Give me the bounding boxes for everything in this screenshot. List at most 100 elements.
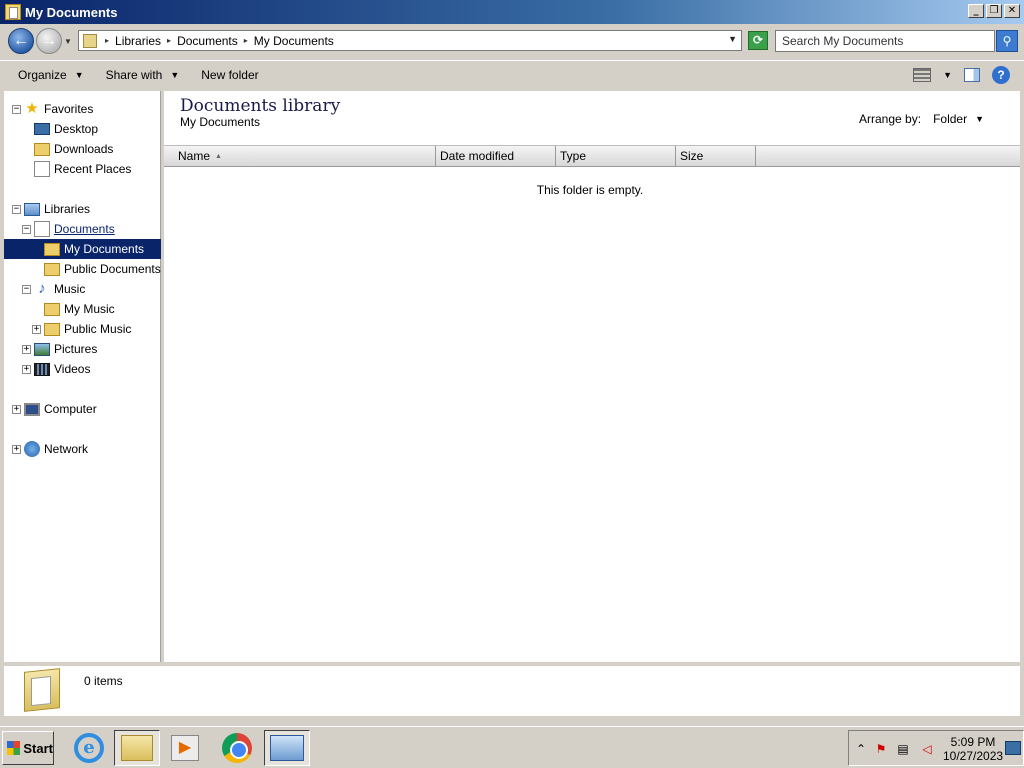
organize-button[interactable]: Organize ▼ <box>18 68 84 82</box>
remote-desktop-icon <box>270 735 304 761</box>
content-pane: Documents library My Documents Arrange b… <box>164 91 1020 662</box>
nav-pictures[interactable]: Pictures <box>34 339 97 359</box>
network-status-icon[interactable]: ▤ <box>895 741 911 757</box>
windows-logo-icon <box>7 741 21 755</box>
view-options-dropdown[interactable]: ▼ <box>943 70 952 80</box>
item-count: 0 items <box>84 674 123 688</box>
chevron-down-icon: ▼ <box>170 70 180 80</box>
taskbar: Start e ▶ ⌃ ⚑ ▤ ◁ 5:09 PM 10/27/2023 <box>0 726 1024 768</box>
search-input[interactable]: Search My Documents <box>775 30 995 52</box>
chrome-button[interactable] <box>214 730 260 766</box>
empty-folder-message: This folder is empty. <box>536 183 644 197</box>
library-subtitle: My Documents <box>180 115 261 129</box>
internet-explorer-button[interactable]: e <box>66 730 112 766</box>
breadcrumb-libraries[interactable]: ▸ Libraries <box>103 34 165 48</box>
collapse-favorites-icon[interactable]: − <box>12 105 21 114</box>
help-icon[interactable]: ? <box>992 66 1010 84</box>
address-history-dropdown[interactable]: ▼ <box>728 34 737 44</box>
music-note-icon: ♪ <box>38 280 46 297</box>
expand-public-music-icon[interactable]: + <box>32 325 41 334</box>
close-button[interactable]: ✕ <box>1004 4 1020 18</box>
show-hidden-icons-icon[interactable]: ⌃ <box>853 741 869 757</box>
window-title: My Documents <box>25 4 118 20</box>
arrange-by-label: Arrange by: <box>859 112 922 126</box>
address-bar[interactable]: ▸ Libraries ▸ Documents ▸ My Documents ▼ <box>78 30 742 51</box>
internet-explorer-icon: e <box>74 733 104 763</box>
nav-music[interactable]: ♪ Music <box>34 279 85 299</box>
media-player-icon: ▶ <box>171 735 199 761</box>
back-button[interactable]: ← <box>8 28 34 54</box>
column-header: Name ▲ Date modified Type Size <box>164 145 1020 167</box>
navigation-pane: − ★ Favorites Desktop Downloads Recent Pl… <box>4 91 161 662</box>
nav-public-documents[interactable]: Public Documents <box>44 259 161 279</box>
nav-videos[interactable]: Videos <box>34 359 90 379</box>
column-name[interactable]: Name ▲ <box>164 146 436 167</box>
nav-favorites[interactable]: ★ Favorites <box>24 99 93 119</box>
chevron-down-icon: ▼ <box>74 70 84 80</box>
nav-computer[interactable]: Computer <box>24 399 97 419</box>
start-button[interactable]: Start <box>2 731 54 765</box>
media-player-button[interactable]: ▶ <box>162 730 208 766</box>
collapse-libraries-icon[interactable]: − <box>12 205 21 214</box>
desktop-icon <box>34 123 50 135</box>
folder-icon <box>44 303 60 316</box>
address-row: ← → ▼ ▸ Libraries ▸ Documents ▸ My Document… <box>0 24 1024 58</box>
star-icon: ★ <box>25 100 39 117</box>
title-bar: My Documents _ ❐ ✕ <box>0 0 1024 24</box>
window-controls: _ ❐ ✕ <box>968 4 1020 18</box>
minimize-button[interactable]: _ <box>968 4 984 18</box>
recent-places-icon <box>34 161 50 177</box>
expand-pictures-icon[interactable]: + <box>22 345 31 354</box>
sort-ascending-icon: ▲ <box>215 153 222 160</box>
pictures-icon <box>34 342 50 356</box>
recent-pages-dropdown[interactable]: ▼ <box>64 37 72 46</box>
arrange-by-control[interactable]: Arrange by: Folder ▼ <box>859 112 984 126</box>
search-icon[interactable]: ⚲ <box>996 30 1018 52</box>
nav-downloads[interactable]: Downloads <box>34 139 113 159</box>
action-center-flag-icon[interactable]: ⚑ <box>873 741 889 757</box>
folder-icon <box>44 263 60 276</box>
nav-my-music[interactable]: My Music <box>44 299 115 319</box>
nav-desktop[interactable]: Desktop <box>34 119 98 139</box>
column-type[interactable]: Type <box>556 146 676 167</box>
column-size[interactable]: Size <box>676 146 756 167</box>
breadcrumb-my-documents[interactable]: ▸ My Documents <box>242 34 338 48</box>
expand-network-icon[interactable]: + <box>12 445 21 454</box>
breadcrumb-documents[interactable]: ▸ Documents <box>165 34 242 48</box>
column-date-modified[interactable]: Date modified <box>436 146 556 167</box>
volume-muted-icon[interactable]: ◁ <box>919 741 935 757</box>
collapse-documents-icon[interactable]: − <box>22 225 31 234</box>
restore-button[interactable]: ❐ <box>986 4 1002 18</box>
command-bar: Organize ▼ Share with ▼ New folder ▼ ? <box>0 60 1024 89</box>
nav-documents[interactable]: Documents <box>34 219 115 239</box>
show-desktop-icon[interactable] <box>1005 741 1021 755</box>
film-strip-icon <box>34 362 50 376</box>
change-view-icon[interactable] <box>913 68 932 82</box>
nav-libraries[interactable]: Libraries <box>24 199 90 219</box>
downloads-folder-icon <box>34 143 50 156</box>
new-folder-button[interactable]: New folder <box>201 68 258 82</box>
nav-network[interactable]: Network <box>24 439 88 459</box>
arrange-by-value[interactable]: Folder <box>933 112 967 126</box>
preview-pane-icon[interactable] <box>964 68 980 82</box>
expand-computer-icon[interactable]: + <box>12 405 21 414</box>
nav-recent-places[interactable]: Recent Places <box>34 159 131 179</box>
collapse-music-icon[interactable]: − <box>22 285 31 294</box>
clock[interactable]: 5:09 PM 10/27/2023 <box>943 735 1003 763</box>
computer-icon <box>24 402 40 416</box>
nav-public-music[interactable]: Public Music <box>44 319 131 339</box>
folder-icon <box>44 243 60 256</box>
expand-videos-icon[interactable]: + <box>22 365 31 374</box>
library-title: Documents library <box>180 96 341 116</box>
documents-folder-icon <box>5 4 21 20</box>
forward-button[interactable]: → <box>36 28 62 54</box>
remote-desktop-button[interactable] <box>264 730 310 766</box>
share-with-button[interactable]: Share with ▼ <box>106 68 180 82</box>
explorer-folder-icon <box>121 735 153 761</box>
clock-date: 10/27/2023 <box>943 749 1004 763</box>
nav-my-documents[interactable]: My Documents <box>4 239 161 259</box>
windows-explorer-button[interactable] <box>114 730 160 766</box>
chevron-down-icon[interactable]: ▼ <box>975 114 984 124</box>
folder-icon <box>24 668 60 712</box>
refresh-button[interactable]: ⟳ <box>748 31 768 50</box>
